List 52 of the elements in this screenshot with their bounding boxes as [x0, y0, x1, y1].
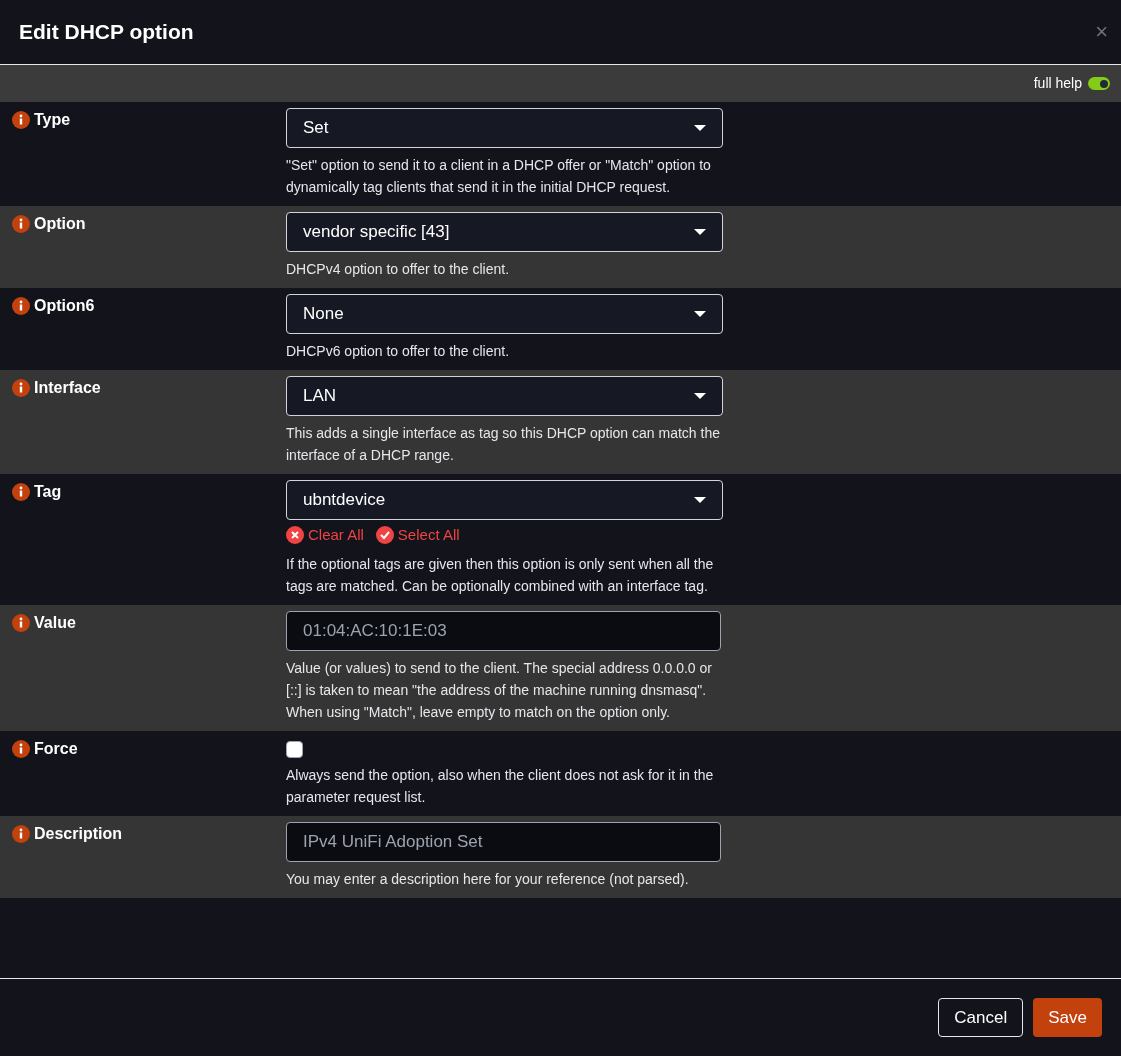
caret-icon: [694, 229, 706, 235]
info-icon[interactable]: [12, 739, 30, 758]
field-label: Option: [34, 215, 86, 233]
help-text: You may enter a description here for your reference (not parsed).: [286, 869, 690, 889]
select-value: ubntdevice: [303, 489, 386, 512]
dialog-title: Edit DHCP option: [19, 19, 194, 46]
field-label: Interface: [34, 379, 101, 397]
full-help-switch[interactable]: [1088, 77, 1110, 90]
info-icon[interactable]: [12, 483, 30, 501]
field-label: Option6: [34, 297, 95, 315]
full-help-label: full help: [1033, 74, 1082, 93]
caret-icon: [694, 311, 706, 317]
select-value: None: [303, 303, 344, 326]
select-value: Set: [303, 117, 329, 140]
field-label: Force: [34, 739, 78, 758]
cancel-button[interactable]: Cancel: [938, 998, 1024, 1037]
help-text: DHCPv4 option to offer to the client.: [286, 260, 511, 279]
close-icon: [286, 526, 304, 545]
info-icon[interactable]: [12, 215, 30, 233]
input-field[interactable]: 01:04:AC:10:1E:03: [286, 610, 721, 651]
info-icon[interactable]: [12, 111, 30, 129]
select-field[interactable]: ubntdevice: [286, 480, 723, 520]
field-label: Value: [34, 613, 76, 632]
close-button[interactable]: ×: [1095, 21, 1108, 43]
select-all-link[interactable]: Select All: [375, 524, 460, 547]
select-value: vendor specific [43]: [303, 221, 450, 244]
field-label: Description: [34, 824, 122, 843]
select-value: LAN: [303, 385, 337, 408]
help-text: Always send the option, also when the client does not ask for it in the parameter request list.: [286, 765, 715, 807]
help-text: This adds a single interface as tag so this DHCP option can match the interface of a DHCP range.: [286, 424, 721, 465]
help-text: "Set" option to send it to a client in a DHCP offer or "Match" option to dynamically tag clients that send it in the initial DHCP request.: [286, 156, 712, 197]
select-field[interactable]: vendor specific [43]: [286, 212, 723, 252]
caret-icon: [694, 125, 706, 131]
info-icon[interactable]: [12, 824, 30, 843]
info-icon[interactable]: [12, 613, 30, 632]
field-label: Type: [34, 111, 71, 129]
caret-icon: [694, 497, 706, 503]
info-icon[interactable]: [12, 379, 30, 397]
info-icon[interactable]: [12, 297, 30, 315]
checkbox[interactable]: [286, 740, 303, 758]
select-field[interactable]: None: [286, 294, 723, 334]
caret-icon: [694, 393, 706, 399]
input-field[interactable]: IPv4 UniFi Adoption Set: [286, 821, 721, 862]
field-label: Tag: [34, 483, 62, 501]
help-text: DHCPv6 option to offer to the client.: [286, 342, 511, 361]
select-field[interactable]: Set: [286, 108, 723, 148]
select-field[interactable]: LAN: [286, 376, 723, 416]
help-text: Value (or values) to send to the client. The special address 0.0.0.0 or [::] is taken to mean "the address of the machine running dnsmasq". When using "Match", leave empty to match on the option only.: [286, 658, 713, 722]
save-button[interactable]: Save: [1033, 998, 1102, 1037]
check-circle-icon: [375, 526, 394, 545]
clear-all-link[interactable]: Clear All: [286, 524, 364, 547]
help-text: If the optional tags are given then this option is only sent when all the tags are matched. Can be optionally combined with an interface tag.: [286, 554, 715, 596]
